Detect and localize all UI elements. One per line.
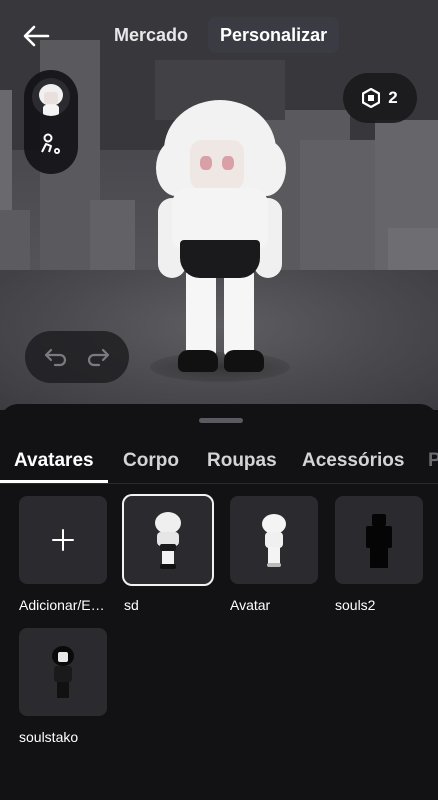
avatar-thumbnail [153,510,183,570]
thumb-legs [57,682,69,698]
background-block [300,140,380,280]
undo-redo-controls [25,331,129,383]
avatar-settings-button[interactable] [36,130,66,160]
undo-icon[interactable] [43,346,69,368]
thumb-body [265,532,283,548]
plus-icon [52,529,74,551]
avatar-tile-label: soulstako [19,729,79,745]
thumb-body [366,526,392,548]
tab-avatares[interactable]: Avatares [14,450,94,472]
tab-partial[interactable]: P [428,450,438,472]
avatar-thumbnail [259,510,289,570]
avatar-thumbnail [364,510,394,570]
robux-balance[interactable]: 2 [343,73,417,123]
sheet-drag-handle[interactable] [199,418,243,423]
avatar-tile-soulstako[interactable] [19,628,107,716]
avatar-leg [224,270,254,356]
tab-acessorios[interactable]: Acessórios [302,450,404,472]
thumb-hair [155,512,181,534]
add-avatar-tile[interactable] [19,496,107,584]
avatar-face [190,140,244,190]
avatar-shoe [178,350,218,372]
tabs-divider [0,483,438,484]
avatar-tile-sd[interactable] [122,494,214,586]
tab-mercado[interactable]: Mercado [102,17,200,53]
tab-corpo[interactable]: Corpo [123,450,179,472]
category-tabs: Avatares Corpo Roupas Acessórios P [0,444,438,484]
avatar-tile-label: sd [124,597,139,613]
avatar-torso [172,188,268,248]
avatar-settings-icon [41,133,60,154]
avatar-tile-label: Adicionar/E… [19,597,105,613]
mini-avatar-face [44,92,58,104]
thumb-legs [370,548,388,568]
background-block [0,90,12,220]
back-button[interactable] [18,20,54,52]
tab-roupas[interactable]: Roupas [207,450,277,472]
arrow-left-icon [23,25,50,47]
thumb-legs [162,551,174,565]
avatar-side-controls [24,70,78,174]
avatar-tile-label: souls2 [335,597,376,613]
avatar-skirt [180,240,260,278]
avatar-tile-avatar[interactable] [230,496,318,584]
thumb-head [372,514,386,526]
customize-sheet: Avatares Corpo Roupas Acessórios P Adici… [0,404,438,800]
thumb-skirt [160,544,176,551]
top-tabs: Mercado Personalizar [102,17,340,53]
thumb-body [54,666,72,682]
current-avatar-thumbnail[interactable] [32,78,70,116]
robux-hexagon-icon [362,88,381,108]
thumb-legs [268,547,280,564]
avatar-eye [200,156,212,170]
thumb-shoes [160,564,176,569]
avatar-shoe [224,350,264,372]
avatar-eye [222,156,234,170]
avatar-leg [186,270,216,356]
thumb-face [58,652,68,662]
avatar-model[interactable] [150,100,290,380]
avatar-thumbnail [48,642,78,702]
robux-count: 2 [388,88,398,107]
avatar-tile-souls2[interactable] [335,496,423,584]
mini-avatar-body [43,105,59,116]
redo-icon[interactable] [85,346,111,368]
thumb-hair [262,514,286,534]
avatar-tile-label: Avatar [230,597,271,613]
tab-personalizar[interactable]: Personalizar [208,17,340,53]
thumb-shoes [267,563,281,567]
